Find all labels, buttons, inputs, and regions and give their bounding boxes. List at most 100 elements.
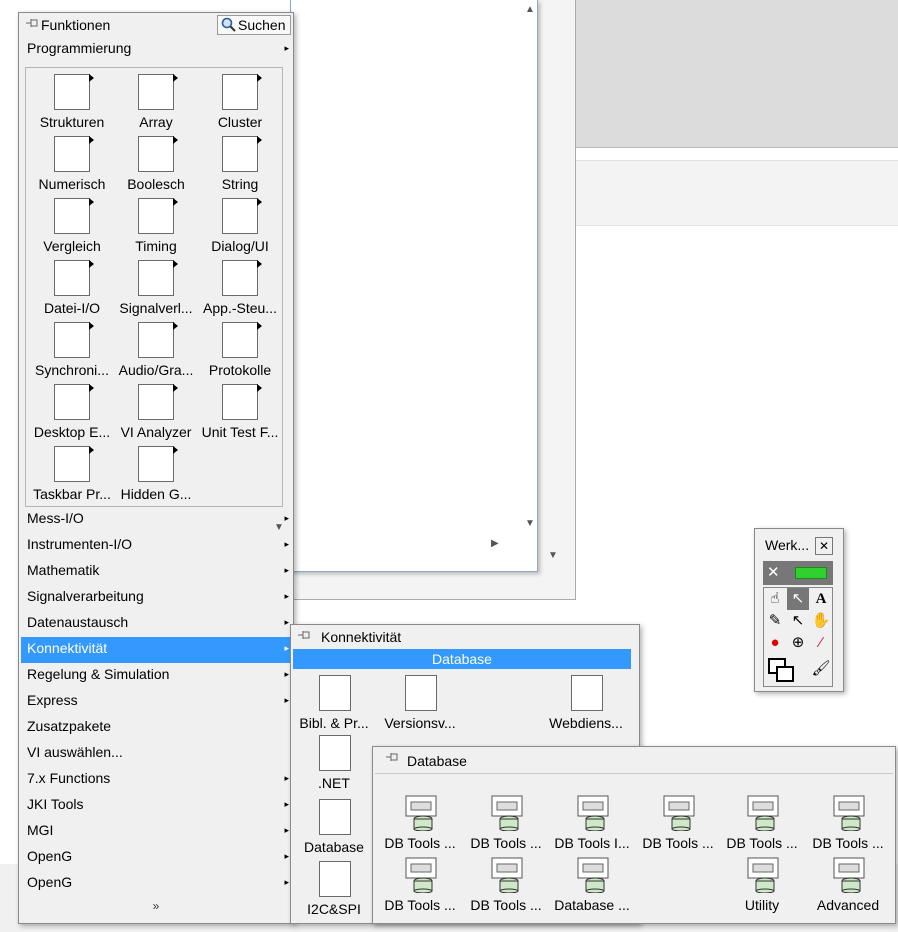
tile-label: Webdiens... [549, 715, 623, 731]
palette-tile[interactable]: Unit Test F... [198, 380, 282, 442]
palette-tile[interactable]: Dialog/UI [198, 194, 282, 256]
database-highlight-bar[interactable]: Database [293, 649, 631, 669]
palette-tile[interactable]: Synchroni... [30, 318, 114, 380]
divider [375, 773, 893, 774]
palette-tile[interactable]: Taskbar Pr... [30, 442, 114, 504]
palette-tile[interactable]: String [198, 132, 282, 194]
tile-label: Bibl. & Pr... [299, 715, 369, 731]
palette-tile[interactable]: Numerisch [30, 132, 114, 194]
db-tile[interactable]: DB Tools ... [635, 793, 721, 855]
tile-label: I2C&SPI [307, 901, 361, 917]
db-tile[interactable]: Advanced [805, 855, 891, 917]
db-tile[interactable]: Utility [719, 855, 805, 917]
pin-icon[interactable] [385, 751, 399, 763]
menu-item[interactable]: MGI ▸ [21, 819, 291, 845]
menu-item[interactable]: Datenaustausch ▸ [21, 611, 291, 637]
submenu-arrow-icon: ▸ [284, 565, 289, 575]
db-update-icon [747, 795, 779, 832]
menu-item[interactable]: Express ▸ [21, 689, 291, 715]
db-tile[interactable]: DB Tools ... [377, 793, 463, 855]
close-button[interactable]: ✕ [815, 537, 833, 555]
db-tile[interactable]: DB Tools ... [377, 855, 463, 917]
probe-icon[interactable]: ⊕ [787, 632, 809, 654]
palette-tile[interactable]: Versionsv... [377, 673, 463, 735]
palette-tile[interactable]: Audio/Gra... [114, 318, 198, 380]
pointer-icon[interactable]: ↖ [787, 588, 809, 610]
synchronization-icon [54, 322, 94, 358]
palette-tile[interactable]: VI Analyzer [114, 380, 198, 442]
set-color-icon[interactable] [766, 656, 800, 684]
menu-label: 7.x Functions [27, 770, 111, 786]
menu-item[interactable]: OpenG ▸ [21, 845, 291, 871]
menu-item[interactable]: 7.x Functions ▸ [21, 767, 291, 793]
scroll-right-icon[interactable]: ▶ [491, 538, 499, 549]
get-color-icon[interactable]: ⁄ [810, 632, 832, 654]
operate-hand-icon[interactable]: ☝ [764, 588, 786, 610]
search-button[interactable]: Suchen [217, 15, 291, 35]
timing-icon [138, 198, 178, 234]
palette-tile[interactable]: Webdiens... [543, 673, 629, 735]
menu-label: Instrumenten-I/O [27, 536, 133, 552]
db-tile[interactable]: DB Tools ... [463, 793, 549, 855]
menu-item[interactable]: Instrumenten-I/O ▸ [21, 533, 291, 559]
palette-tile[interactable]: Desktop E... [30, 380, 114, 442]
palette-tile[interactable]: Datei-I/O [30, 256, 114, 318]
tile-label: Numerisch [38, 176, 106, 192]
shortcut-menu-icon[interactable]: ↖ [787, 610, 809, 632]
scroll-up-icon[interactable]: ▲ [525, 4, 535, 15]
submenu-arrow-icon: ▸ [284, 695, 289, 705]
app-control-icon [222, 260, 262, 296]
pin-icon[interactable] [25, 17, 39, 29]
wiring-icon[interactable]: ✎ [764, 610, 786, 632]
db-create-table-icon [405, 857, 437, 894]
palette-tile[interactable]: Vergleich [30, 194, 114, 256]
boolean-icon [138, 136, 178, 172]
menu-item[interactable]: Mathematik ▸ [21, 559, 291, 585]
scroll-down-icon-2[interactable]: ▼ [548, 550, 558, 561]
submenu-arrow-icon: ▸ [284, 513, 289, 523]
auto-tool-selector[interactable]: ✕ [763, 561, 833, 585]
tools-grid: ☝ ↖ A ✎ ↖ ✋ ● ⊕ ⁄ 🖌 [763, 587, 833, 687]
tile-label: Cluster [217, 114, 263, 130]
menu-programmierung[interactable]: Programmierung ▸ [21, 37, 291, 63]
menu-item[interactable]: Regelung & Simulation ▸ [21, 663, 291, 689]
scroll-down-icon[interactable]: ▼ [525, 518, 535, 529]
expand-more-icon[interactable]: » [19, 899, 293, 913]
dotnet-icon [319, 735, 351, 771]
db-tile[interactable]: Database ... [549, 855, 635, 917]
db-tile[interactable]: DB Tools I... [549, 793, 635, 855]
palette-tile[interactable]: Cluster [198, 70, 282, 132]
palette-tile[interactable]: Timing [114, 194, 198, 256]
menu-item[interactable]: OpenG ▸ [21, 871, 291, 897]
text-tool-icon[interactable]: A [810, 588, 832, 610]
menu-item[interactable]: Mess-I/O ▸ [21, 507, 291, 533]
menu-item[interactable]: VI auswählen... [21, 741, 291, 767]
menu-item[interactable]: Zusatzpakete [21, 715, 291, 741]
palette-tile[interactable]: App.-Steu... [198, 256, 282, 318]
palette-tile[interactable]: Signalverl... [114, 256, 198, 318]
palette-tile[interactable]: Hidden G... [114, 442, 198, 504]
palette-tile[interactable]: .NET [291, 733, 377, 795]
palette-tile[interactable]: Database [291, 797, 377, 859]
palette-tile[interactable]: Protokolle [198, 318, 282, 380]
tools-palette: Werk... ✕ ✕ ☝ ↖ A ✎ ↖ ✋ ● ⊕ ⁄ 🖌 [754, 528, 844, 692]
palette-tile[interactable]: Bibl. & Pr... [291, 673, 377, 735]
db-tile[interactable]: DB Tools ... [463, 855, 549, 917]
pin-icon[interactable] [297, 629, 311, 641]
i2c-spi-icon [319, 861, 351, 897]
palette-tile[interactable]: Array [114, 70, 198, 132]
breakpoint-icon[interactable]: ● [764, 632, 786, 654]
db-tile[interactable]: DB Tools ... [805, 793, 891, 855]
menu-item[interactable]: Konnektivität ▸ [21, 637, 291, 663]
menu-label: Datenaustausch [27, 614, 129, 630]
paintbrush-icon[interactable]: 🖌 [810, 658, 832, 680]
menu-item[interactable]: JKI Tools ▸ [21, 793, 291, 819]
menu-item[interactable]: Signalverarbeitung ▸ [21, 585, 291, 611]
palette-titlebar: Funktionen Suchen [19, 13, 293, 37]
scroll-hand-icon[interactable]: ✋ [810, 610, 832, 632]
tile-label: Protokolle [208, 362, 272, 378]
palette-tile[interactable]: Boolesch [114, 132, 198, 194]
db-tile[interactable]: DB Tools ... [719, 793, 805, 855]
palette-tile[interactable]: I2C&SPI [291, 859, 377, 921]
palette-tile[interactable]: Strukturen [30, 70, 114, 132]
